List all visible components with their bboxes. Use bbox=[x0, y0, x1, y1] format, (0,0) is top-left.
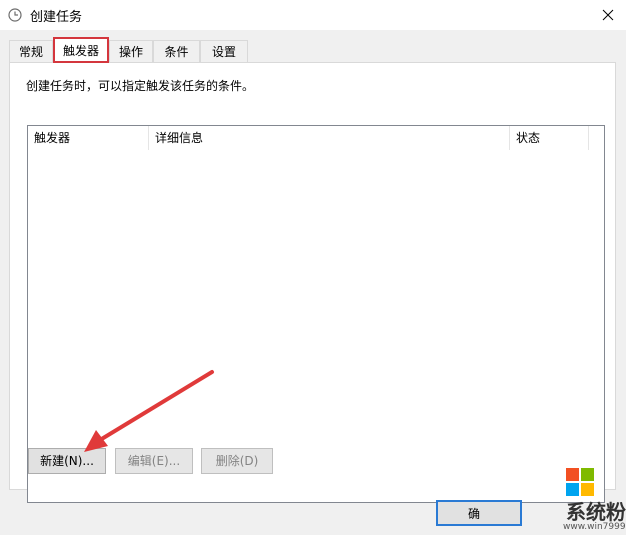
window-title: 创建任务 bbox=[30, 10, 83, 25]
ok-button-label: 确 bbox=[468, 507, 481, 521]
column-header-status[interactable]: 状态 bbox=[510, 126, 588, 150]
clock-icon bbox=[8, 8, 22, 22]
edit-trigger-button[interactable]: 编辑(E)... bbox=[115, 448, 193, 474]
column-header-trigger[interactable]: 触发器 bbox=[28, 126, 148, 150]
column-header-details[interactable]: 详细信息 bbox=[149, 126, 509, 150]
tab-settings[interactable]: 设置 bbox=[200, 40, 248, 62]
trigger-list[interactable]: 触发器 详细信息 状态 bbox=[27, 125, 605, 503]
watermark-brand: 系统粉 bbox=[566, 500, 626, 524]
column-divider[interactable] bbox=[588, 126, 589, 150]
tab-conditions[interactable]: 条件 bbox=[153, 40, 200, 62]
watermark-url: www.win7999.com bbox=[563, 522, 626, 532]
windows-logo-icon bbox=[566, 468, 594, 496]
new-trigger-button[interactable]: 新建(N)... bbox=[28, 448, 106, 474]
tab-general[interactable]: 常规 bbox=[9, 40, 53, 62]
create-task-window: 创建任务 常规 触发器 操作 条件 设置 创建任务时，可以指定触发该任务的条件。… bbox=[0, 0, 626, 535]
title-bar: 创建任务 bbox=[0, 0, 626, 30]
delete-trigger-button[interactable]: 删除(D) bbox=[201, 448, 273, 474]
tab-triggers[interactable]: 触发器 bbox=[53, 37, 109, 63]
close-icon bbox=[602, 9, 614, 21]
list-header: 触发器 详细信息 状态 bbox=[28, 126, 604, 150]
ok-button[interactable]: 确 bbox=[436, 500, 522, 526]
panel-description: 创建任务时，可以指定触发该任务的条件。 bbox=[26, 79, 255, 93]
watermark: 系统粉 www.win7999.com bbox=[533, 464, 626, 535]
close-button[interactable] bbox=[590, 0, 626, 30]
triggers-panel: 创建任务时，可以指定触发该任务的条件。 触发器 详细信息 状态 新建(N)...… bbox=[9, 62, 616, 503]
tab-actions[interactable]: 操作 bbox=[109, 40, 153, 62]
